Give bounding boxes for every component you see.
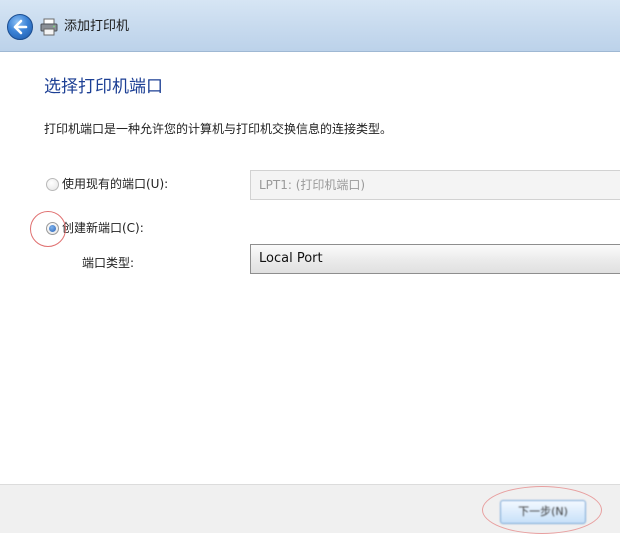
back-button[interactable] (7, 14, 33, 40)
title-bar: 添加打印机 (0, 0, 620, 52)
window-title: 添加打印机 (64, 19, 130, 34)
port-type-label: 端口类型: (82, 256, 135, 270)
port-type-select[interactable]: Local Port (250, 244, 620, 274)
annotation-circle-next (482, 486, 602, 534)
page-description: 打印机端口是一种允许您的计算机与打印机交换信息的连接类型。 (44, 122, 393, 136)
use-existing-port-radio[interactable] (46, 178, 59, 191)
create-new-port-label[interactable]: 创建新端口(C): (62, 219, 144, 237)
page-title: 选择打印机端口 (44, 77, 163, 97)
use-existing-port-label[interactable]: 使用现有的端口(U): (62, 175, 168, 193)
back-arrow-icon (13, 19, 28, 35)
existing-port-select: LPT1: (打印机端口) (250, 170, 620, 200)
printer-icon (40, 18, 58, 36)
annotation-circle-radio (30, 211, 66, 247)
